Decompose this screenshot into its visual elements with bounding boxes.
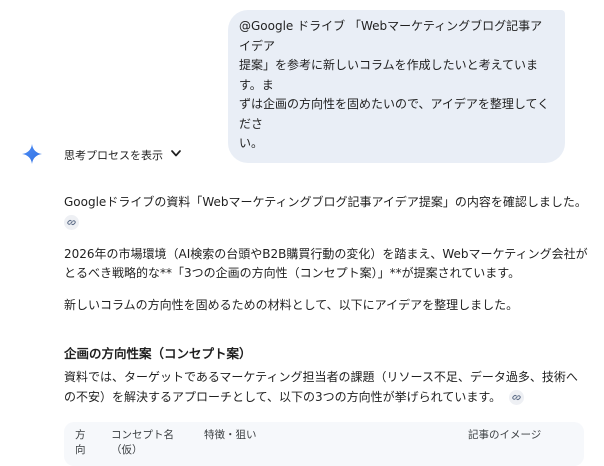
link-icon [67,219,76,225]
model-response: Googleドライブの資料「Webマーケティングブログ記事アイデア提案」の内容を… [64,193,589,315]
citation-link-button[interactable] [64,214,79,230]
section-heading: 企画の方向性案（コンセプト案） [64,346,252,361]
show-thoughts-label: 思考プロセスを表示 [64,149,163,162]
citation-link-button[interactable] [508,389,524,405]
response-paragraph-line: の不安）を解決するアプローチとして、以下の3つの方向性が挙げられています。 [64,388,589,408]
response-paragraph-line: とるべき戦略的な**「3つの企画の方向性（コンセプト案）」**が提案されています… [64,266,521,280]
link-icon [512,394,521,400]
user-message-bubble: @Google ドライブ 「Webマーケティングブログ記事アイデア 提案」を参考… [228,10,565,163]
chevron-down-icon [171,150,181,160]
user-message-line: @Google ドライブ 「Webマーケティングブログ記事アイデア [239,19,543,53]
user-message-line: い。 [239,136,264,150]
concept-table: 方 向 コンセプト名 （仮） 特徴・狙い 記事のイメージ [64,422,584,466]
response-paragraph-text: の不安）を解決するアプローチとして、以下の3つの方向性が挙げられています。 [64,389,502,404]
show-thoughts-button[interactable]: 思考プロセスを表示 [64,146,181,164]
response-paragraph: 新しいコラムの方向性を固めるための材料として、以下にアイデアを整理しました。 [64,297,519,312]
user-message-line: 提案」を参考に新しいコラムを作成したいと考えています。ま [239,58,539,92]
response-paragraph-line: 2026年の市場環境（AI検索の台頭やB2B購買行動の変化）を踏まえ、Webマー… [64,246,588,261]
header-text: 方 [75,429,86,441]
header-text: 向 [75,444,86,456]
user-message-line: ずは企画の方向性を固めたいので、アイデアを整理してくださ [239,97,550,131]
table-header-features: 特徴・狙い [204,429,257,441]
table-header-concept: コンセプト名 （仮） [111,428,174,458]
header-text: （仮） [111,444,143,456]
table-header-image: 記事のイメージ [468,429,542,441]
response-paragraph-line: 資料では、ターゲットであるマーケティング担当者の課題（リソース不足、データ過多、… [64,370,578,384]
gemini-spark-icon [22,144,42,164]
header-text: コンセプト名 [111,429,174,441]
response-paragraph: Googleドライブの資料「Webマーケティングブログ記事アイデア提案」の内容を… [64,195,587,209]
response-paragraph-block: 資料では、ターゲットであるマーケティング担当者の課題（リソース不足、データ過多、… [64,368,589,407]
table-header-direction: 方 向 [75,428,86,458]
